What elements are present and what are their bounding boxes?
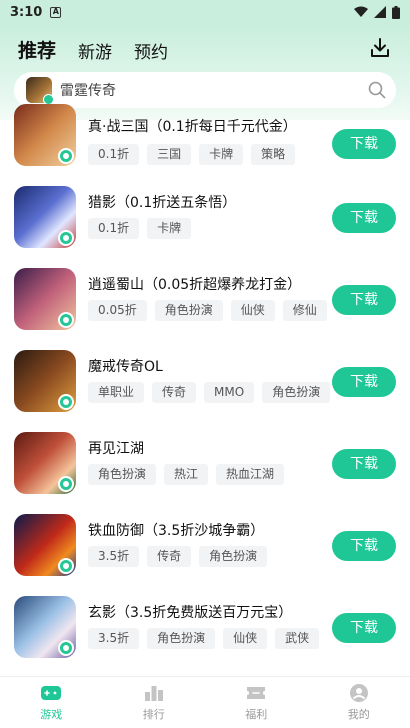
verified-badge-icon: [58, 394, 74, 410]
game-icon: [14, 350, 76, 412]
game-tag: 策略: [251, 144, 296, 165]
tab-new-games[interactable]: 新游: [78, 38, 112, 65]
game-tags: 0.1折 卡牌: [88, 218, 192, 239]
game-title: 真·战三国（0.1折每日千元代金）: [88, 119, 297, 135]
game-icon: [14, 104, 76, 166]
gamepad-icon: [41, 686, 62, 700]
game-title: 铁血防御（3.5折沙城争霸）: [88, 523, 265, 539]
nav-games-label: 游戏: [40, 708, 63, 721]
game-tag: 卡牌: [147, 218, 192, 239]
game-title: 逍遥蜀山（0.05折超爆养龙打金）: [88, 277, 302, 293]
verified-badge-icon: [58, 230, 74, 246]
game-title: 再见江湖: [88, 441, 144, 457]
wifi-icon: [354, 6, 368, 17]
nav-ranking[interactable]: 排行: [103, 677, 206, 728]
game-tag: MMO: [204, 382, 255, 403]
battery-icon: [392, 5, 400, 19]
game-list: 真·战三国（0.1折每日千元代金） 0.1折 三国 卡牌 策略 下载 猎影（0.…: [0, 104, 410, 676]
search-game-thumbnail: [26, 77, 54, 105]
profile-icon: [349, 684, 368, 702]
download-button[interactable]: 下载: [332, 531, 396, 561]
game-title: 猎影（0.1折送五条悟）: [88, 195, 237, 211]
bottom-nav: 游戏 排行 福利 我的: [0, 676, 410, 728]
game-tag: 0.1折: [88, 218, 140, 239]
game-tag: 角色扮演: [88, 464, 157, 485]
game-tag: 修仙: [282, 300, 327, 321]
game-tag: 热血江湖: [216, 464, 285, 485]
download-button[interactable]: 下载: [332, 613, 396, 643]
game-title: 玄影（3.5折免费版送百万元宝）: [88, 605, 293, 621]
download-button[interactable]: 下载: [332, 285, 396, 315]
tab-recommend[interactable]: 推荐: [18, 36, 57, 65]
game-item[interactable]: 真·战三国（0.1折每日千元代金） 0.1折 三国 卡牌 策略 下载: [0, 104, 410, 196]
verified-badge-icon: [58, 312, 74, 328]
ranking-bars-icon: [144, 686, 163, 701]
game-tag: 热江: [164, 464, 209, 485]
nav-ranking-label: 排行: [142, 708, 165, 721]
game-tag: 3.5折: [88, 628, 140, 649]
nav-profile-label: 我的: [347, 708, 370, 721]
game-icon: [14, 268, 76, 330]
status-icons: [354, 5, 400, 19]
game-tags: 角色扮演 热江 热血江湖: [88, 464, 285, 485]
download-button[interactable]: 下载: [332, 129, 396, 159]
verified-badge-icon: [58, 640, 74, 656]
game-tag: 单职业: [88, 382, 145, 403]
game-tags: 3.5折 传奇 角色扮演: [88, 546, 268, 567]
game-tag: 仙侠: [223, 628, 268, 649]
game-tags: 0.1折 三国 卡牌 策略: [88, 144, 296, 165]
game-tag: 0.1折: [88, 144, 140, 165]
verified-badge-icon: [58, 148, 74, 164]
nav-profile[interactable]: 我的: [308, 677, 410, 728]
game-tag: 0.05折: [88, 300, 147, 321]
top-tabs: 推荐 新游 预约: [18, 36, 168, 65]
game-icon: [14, 596, 76, 658]
search-bar[interactable]: 雷霆传奇: [14, 72, 396, 108]
game-tag: 3.5折: [88, 546, 140, 567]
game-tags: 单职业 传奇 MMO 角色扮演: [88, 382, 331, 403]
tab-reserve[interactable]: 预约: [134, 38, 168, 65]
nav-welfare-label: 福利: [245, 708, 268, 721]
verified-badge-icon: [58, 558, 74, 574]
game-icon: [14, 432, 76, 494]
search-icon[interactable]: [368, 81, 386, 99]
search-placeholder[interactable]: 雷霆传奇: [60, 80, 368, 100]
nav-games[interactable]: 游戏: [0, 677, 103, 728]
nav-welfare[interactable]: 福利: [205, 677, 308, 728]
game-tag: 三国: [147, 144, 192, 165]
game-tag: 角色扮演: [199, 546, 268, 567]
game-tags: 0.05折 角色扮演 仙侠 修仙: [88, 300, 327, 321]
download-button[interactable]: 下载: [332, 449, 396, 479]
game-item[interactable]: 玄影（3.5折免费版送百万元宝） 3.5折 角色扮演 仙侠 武侠 下载: [0, 596, 410, 676]
game-title: 魔戒传奇OL: [88, 359, 163, 375]
game-tag: 角色扮演: [147, 628, 216, 649]
game-item[interactable]: 猎影（0.1折送五条悟） 0.1折 卡牌 下载: [0, 186, 410, 268]
status-bar: 3:10 A: [0, 0, 410, 24]
status-time: 3:10: [10, 4, 43, 20]
download-button[interactable]: 下载: [332, 203, 396, 233]
game-tag: 武侠: [275, 628, 320, 649]
game-tags: 3.5折 角色扮演 仙侠 武侠: [88, 628, 320, 649]
notification-icon: A: [50, 6, 62, 18]
game-tag: 传奇: [152, 382, 197, 403]
download-button[interactable]: 下载: [332, 367, 396, 397]
game-item[interactable]: 再见江湖 角色扮演 热江 热血江湖 下载: [0, 432, 410, 514]
download-tray-icon[interactable]: [368, 36, 392, 60]
game-tag: 传奇: [147, 546, 192, 567]
game-icon: [14, 186, 76, 248]
cell-signal-icon: [374, 6, 386, 18]
game-tag: 角色扮演: [154, 300, 223, 321]
game-tag: 卡牌: [199, 144, 244, 165]
verified-badge-icon: [58, 476, 74, 492]
game-tag: 仙侠: [230, 300, 275, 321]
game-item[interactable]: 逍遥蜀山（0.05折超爆养龙打金） 0.05折 角色扮演 仙侠 修仙 下载: [0, 268, 410, 350]
game-item[interactable]: 魔戒传奇OL 单职业 传奇 MMO 角色扮演 下载: [0, 350, 410, 432]
game-tag: 角色扮演: [262, 382, 331, 403]
ticket-icon: [247, 687, 266, 699]
game-icon: [14, 514, 76, 576]
game-item[interactable]: 铁血防御（3.5折沙城争霸） 3.5折 传奇 角色扮演 下载: [0, 514, 410, 596]
